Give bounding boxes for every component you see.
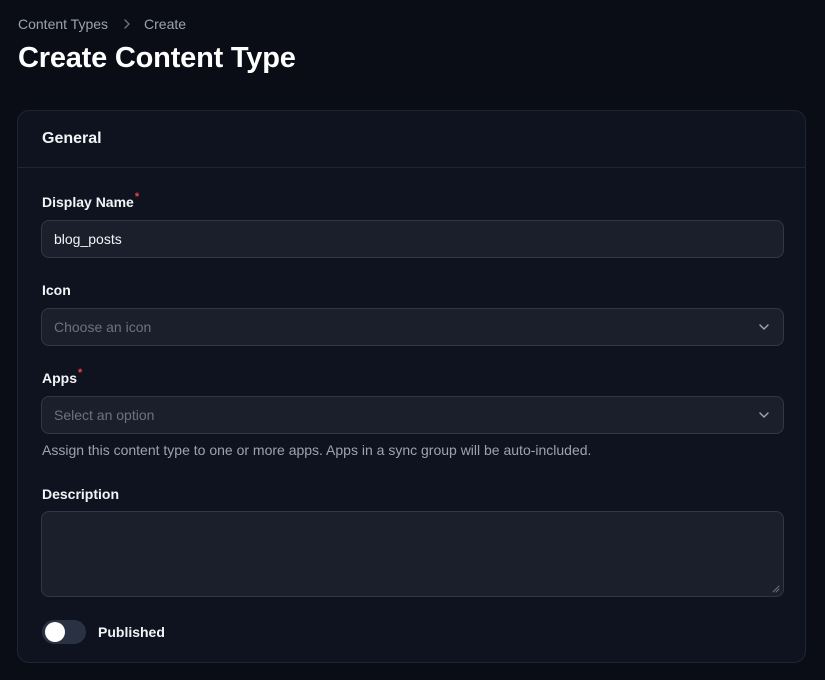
toggle-knob <box>45 622 65 642</box>
card-title: General <box>18 111 805 168</box>
required-mark: * <box>78 367 83 379</box>
apps-select[interactable]: Select an option <box>41 396 784 434</box>
description-textarea[interactable] <box>42 512 783 596</box>
icon-label: Icon <box>42 282 71 298</box>
resize-handle-icon[interactable] <box>771 584 780 593</box>
apps-hint: Assign this content type to one or more … <box>42 442 592 458</box>
chevron-down-icon <box>759 324 769 330</box>
breadcrumb-content-types[interactable]: Content Types <box>18 16 108 32</box>
icon-select-placeholder: Choose an icon <box>54 319 152 335</box>
display-name-label-text: Display Name <box>42 194 134 210</box>
apps-select-placeholder: Select an option <box>54 407 155 423</box>
display-name-field[interactable] <box>41 220 784 258</box>
apps-label-text: Apps <box>42 370 77 386</box>
chevron-down-icon <box>759 412 769 418</box>
apps-label: Apps* <box>42 367 83 386</box>
page-title: Create Content Type <box>18 42 296 74</box>
published-toggle[interactable] <box>42 620 86 644</box>
breadcrumb-create: Create <box>144 16 187 32</box>
general-card: General Display Name* Icon Choose an ico… <box>17 110 806 663</box>
description-field[interactable] <box>41 511 784 597</box>
breadcrumb: Content Types Create <box>18 16 186 32</box>
chevron-right-icon <box>123 16 131 32</box>
icon-select[interactable]: Choose an icon <box>41 308 784 346</box>
page: Content Types Create Create Content Type… <box>0 0 825 680</box>
published-row: Published <box>42 620 165 644</box>
published-label: Published <box>98 624 165 640</box>
display-name-input[interactable] <box>54 231 783 247</box>
description-label: Description <box>42 486 120 502</box>
display-name-label: Display Name* <box>42 191 140 210</box>
required-mark: * <box>134 191 140 203</box>
